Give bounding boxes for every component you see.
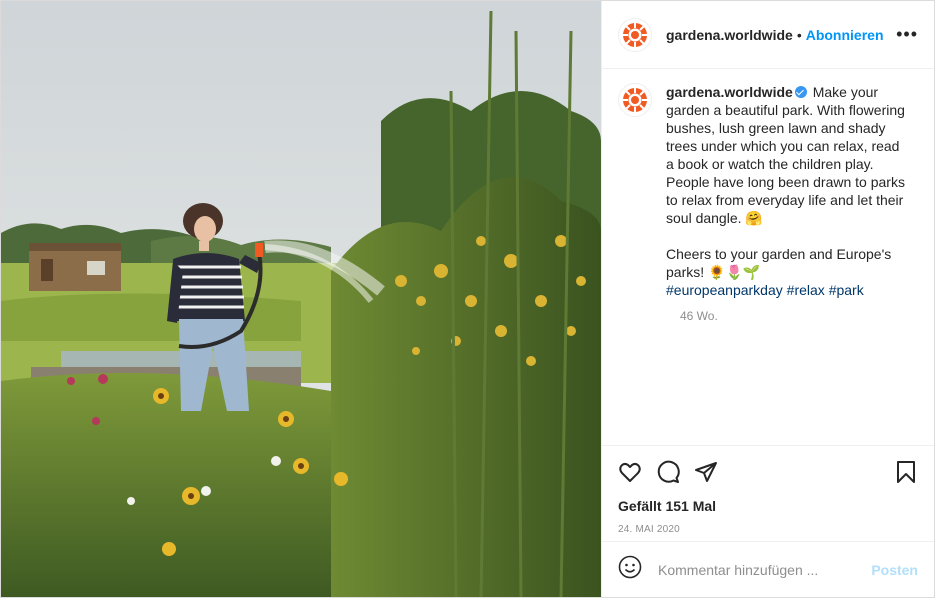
comment-input[interactable] <box>656 560 872 579</box>
post-photo[interactable] <box>1 1 601 597</box>
gardena-logo-icon <box>623 22 647 47</box>
share-icon[interactable] <box>694 460 718 489</box>
caption-username[interactable]: gardena.worldwide <box>666 84 793 100</box>
caption-time[interactable]: 46 Wo. <box>680 309 918 323</box>
post-comment-button[interactable]: Posten <box>871 562 918 578</box>
username-link[interactable]: gardena.worldwide <box>666 27 793 43</box>
post-header: gardena.worldwide • Abonnieren ••• <box>602 1 934 69</box>
caption-body-2: Cheers to your garden and Europe's parks… <box>666 246 892 280</box>
post-date: 24. MAI 2020 <box>618 524 680 535</box>
garden-woman-watering-image <box>1 1 601 597</box>
instagram-post: gardena.worldwide • Abonnieren ••• garde… <box>0 0 935 598</box>
actions-section: Gefällt 151 Mal 24. MAI 2020 <box>602 445 934 541</box>
hashtag-link[interactable]: #europeanparkday <box>666 282 783 298</box>
post-sidebar: gardena.worldwide • Abonnieren ••• garde… <box>601 1 934 597</box>
more-options-icon[interactable]: ••• <box>896 24 918 45</box>
comment-icon[interactable] <box>656 460 680 489</box>
gardena-logo[interactable] <box>618 17 652 52</box>
separator-dot: • <box>796 26 802 43</box>
follow-button[interactable]: Abonnieren <box>806 27 884 43</box>
caption-text: gardena.worldwide Make your garden a bea… <box>666 83 906 299</box>
caption-avatar[interactable] <box>618 83 652 117</box>
caravan <box>29 243 121 291</box>
emoji-icon[interactable] <box>618 555 642 584</box>
bookmark-icon[interactable] <box>894 460 918 489</box>
caption-section: gardena.worldwide Make your garden a bea… <box>602 69 934 445</box>
hashtag-link[interactable]: #park <box>829 282 864 298</box>
likes-count[interactable]: Gefällt 151 Mal <box>618 498 918 514</box>
caption-body: Make your garden a beautiful park. With … <box>666 84 905 226</box>
comment-bar: Posten <box>602 541 934 597</box>
heart-icon[interactable] <box>618 460 642 489</box>
gardena-logo-icon <box>623 88 647 112</box>
hashtag-link[interactable]: #relax <box>787 282 825 298</box>
verified-badge-icon <box>794 86 807 98</box>
